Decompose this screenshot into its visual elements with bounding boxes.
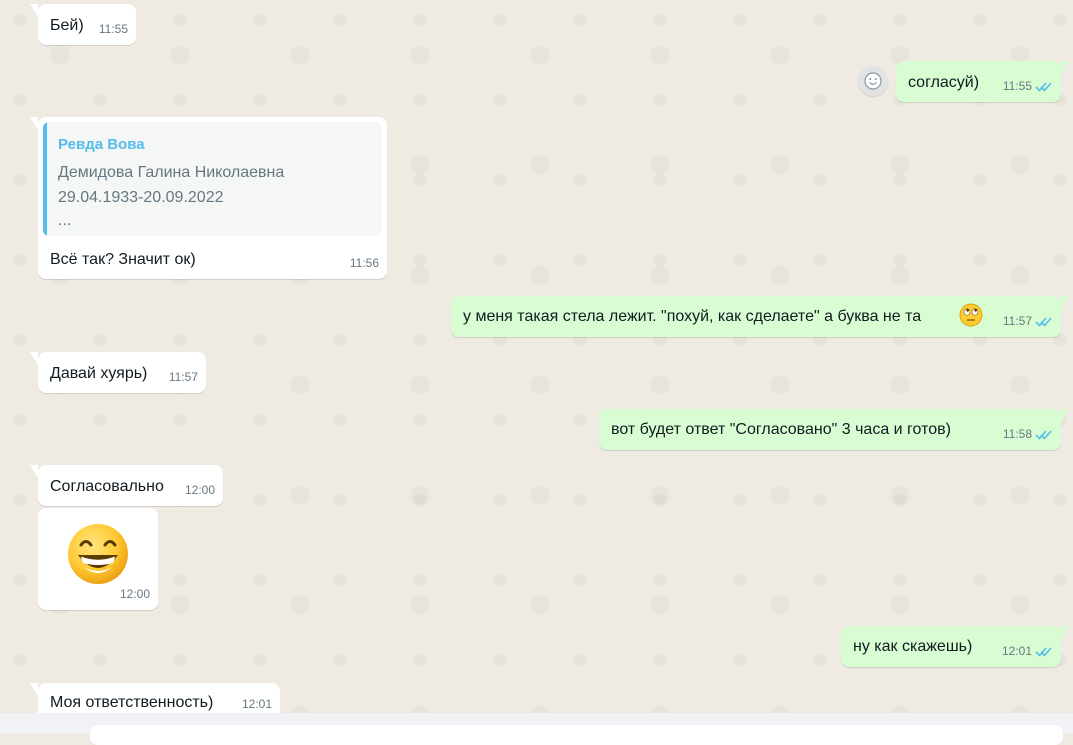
message-outgoing[interactable]: ну как скажешь) 12:01 — [841, 626, 1069, 667]
double-check-icon — [1035, 647, 1052, 657]
reaction-button[interactable] — [858, 66, 888, 96]
message-time: 11:58 — [1002, 427, 1032, 441]
quote-accent-bar — [43, 122, 47, 236]
smiley-reaction-icon — [864, 72, 882, 90]
message-text: Давай хуярь) — [50, 365, 148, 382]
double-check-icon — [1035, 430, 1052, 440]
message-text: Всё так? Значит ок) — [50, 251, 196, 268]
bubble-tail-icon — [30, 465, 38, 478]
message-outgoing[interactable]: вот будет ответ "Согласовано" 3 часа и г… — [599, 409, 1069, 450]
message-time: 11:57 — [168, 370, 198, 384]
rolling-eyes-emoji — [959, 303, 983, 327]
bubble-tail-icon — [1061, 409, 1069, 422]
double-check-icon — [1035, 317, 1052, 327]
double-check-icon — [1035, 82, 1052, 92]
message-time: 12:00 — [184, 483, 215, 497]
message-text: Согласовально — [50, 478, 164, 495]
message-time: 11:57 — [1002, 314, 1032, 328]
message-incoming-reply[interactable]: Ревда Вова Демидова Галина Николаевна 29… — [30, 117, 387, 279]
bubble-tail-icon — [1061, 61, 1069, 74]
message-time: 12:01 — [241, 697, 272, 711]
message-incoming[interactable]: Бей) 11:55 — [30, 4, 136, 45]
message-time: 11:56 — [349, 256, 379, 270]
message-incoming[interactable]: Давай хуярь) 11:57 — [30, 352, 206, 393]
message-text: Моя ответственность) — [50, 694, 214, 711]
bubble-tail-icon — [30, 683, 38, 696]
bubble-tail-icon — [30, 352, 38, 365]
message-time: 12:01 — [1001, 644, 1032, 658]
quoted-message[interactable]: Ревда Вова Демидова Галина Николаевна 29… — [43, 122, 382, 236]
bubble-tail-icon — [1061, 626, 1069, 639]
message-outgoing[interactable]: согласуй) 11:55 — [896, 61, 1069, 102]
message-text: у меня такая стела лежит. "похуй, как сд… — [463, 308, 922, 325]
message-text: Бей) — [50, 17, 84, 34]
bubble-tail-icon — [30, 117, 38, 130]
message-time: 12:00 — [119, 587, 150, 601]
message-text: ну как скажешь) — [853, 638, 973, 655]
message-time: 11:55 — [1002, 79, 1032, 93]
message-meta: 11:58 — [1003, 424, 1053, 445]
quote-line: ... — [58, 212, 72, 229]
message-incoming-sticker[interactable]: 12:00 — [38, 508, 158, 610]
quote-author: Ревда Вова — [58, 136, 145, 153]
message-incoming[interactable]: Согласовально 12:00 — [30, 465, 223, 506]
quote-line: Демидова Галина Николаевна — [58, 164, 285, 181]
message-time: 11:55 — [98, 22, 128, 36]
quote-line: 29.04.1933-20.09.2022 — [58, 189, 224, 206]
message-text: вот будет ответ "Согласовано" 3 часа и г… — [611, 421, 951, 438]
message-text: согласуй) — [908, 74, 980, 91]
bubble-tail-icon — [1061, 296, 1069, 309]
message-meta: 11:57 — [1003, 311, 1053, 332]
grinning-face-emoji — [68, 524, 128, 584]
message-input[interactable] — [90, 725, 1063, 745]
message-outgoing[interactable]: у меня такая стела лежит. "похуй, как сд… — [451, 296, 1069, 337]
bubble-tail-icon — [30, 4, 38, 17]
message-meta: 12:01 — [1002, 641, 1053, 662]
message-meta: 11:55 — [1003, 76, 1053, 97]
